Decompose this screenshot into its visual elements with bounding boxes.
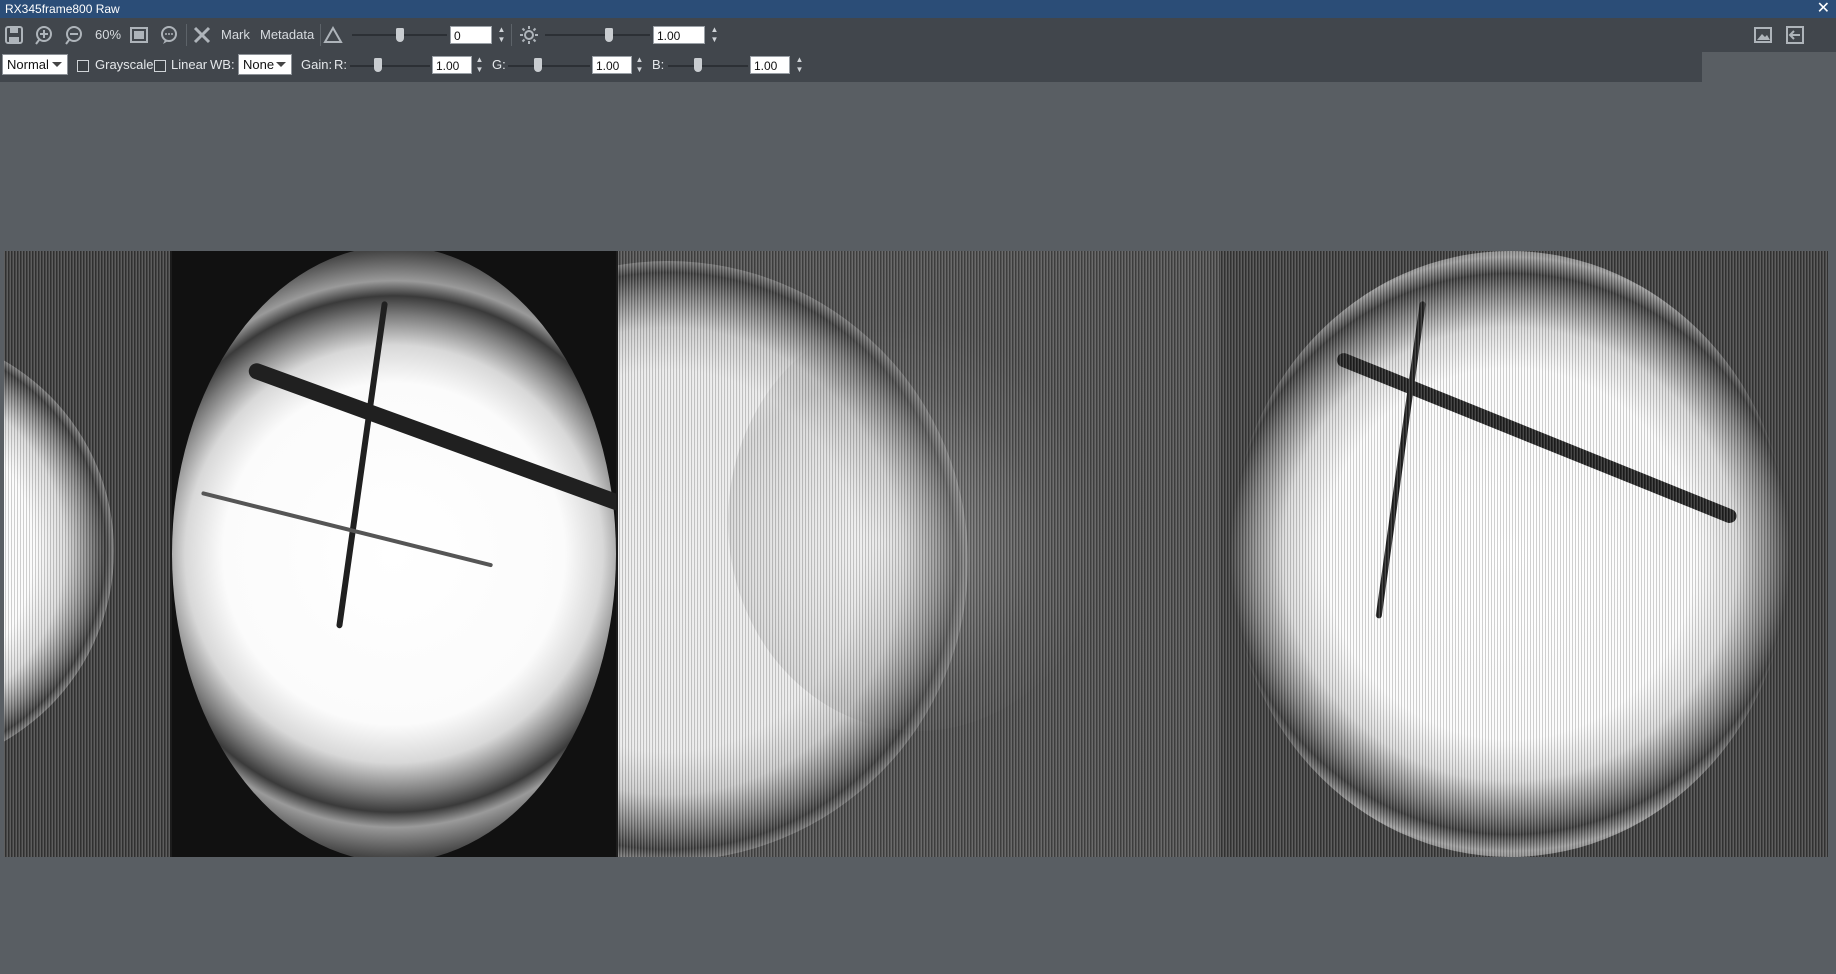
gain-b-label: B: xyxy=(652,57,665,72)
gain-g-spinner[interactable]: ▲ ▼ xyxy=(635,55,644,75)
window-title: RX345frame800 Raw xyxy=(5,2,120,16)
gain-r-slider[interactable] xyxy=(350,65,430,67)
linear-checkbox[interactable] xyxy=(154,60,166,72)
gain-b-slider-thumb[interactable] xyxy=(694,58,702,72)
mark-button[interactable]: Mark xyxy=(221,24,250,46)
fisheye-segment xyxy=(172,251,616,857)
white-balance-value: None xyxy=(243,57,275,72)
toolbar-separator xyxy=(186,24,187,46)
brightness-slider[interactable] xyxy=(545,34,650,36)
gain-g-value-field[interactable]: 1.00 xyxy=(592,56,632,74)
gain-b-spinner[interactable]: ▲ ▼ xyxy=(795,55,804,75)
brightness-spinner[interactable]: ▲ ▼ xyxy=(710,25,719,45)
close-icon[interactable]: ✕ xyxy=(1817,0,1830,18)
fit-to-window-icon[interactable] xyxy=(128,24,150,46)
main-toolbar: 60% Mark Metadata 0 ▲ ▼ 1.00 ▲ ▼ xyxy=(0,18,1836,52)
toolbar-separator xyxy=(320,24,321,46)
gain-r-spinner[interactable]: ▲ ▼ xyxy=(475,55,484,75)
brightness-slider-thumb[interactable] xyxy=(605,28,613,42)
image-segment-3 xyxy=(618,251,1220,857)
title-bar: RX345frame800 Raw ✕ xyxy=(0,0,1836,18)
linear-label: Linear xyxy=(171,57,208,72)
metadata-button[interactable]: Metadata xyxy=(260,24,314,46)
color-controls-bar: Normal Grayscale Linear WB: None Gain: R… xyxy=(0,52,1702,82)
gain-g-label: G: xyxy=(492,57,506,72)
chevron-down-icon xyxy=(52,62,62,67)
noise-overlay xyxy=(618,251,1220,857)
gain-label: Gain: xyxy=(301,57,333,72)
noise-overlay xyxy=(1220,251,1828,857)
gain-g-slider-thumb[interactable] xyxy=(534,58,542,72)
toolbar-separator xyxy=(511,24,512,46)
exit-icon[interactable] xyxy=(1784,24,1806,46)
gain-g-slider[interactable] xyxy=(508,65,590,67)
raw-image-viewport[interactable] xyxy=(4,251,1828,857)
contrast-icon xyxy=(322,24,344,46)
white-balance-select[interactable]: None xyxy=(238,54,292,75)
gain-b-slider[interactable] xyxy=(668,65,748,67)
image-segment-4 xyxy=(1220,251,1828,857)
brightness-icon xyxy=(518,24,540,46)
noise-overlay xyxy=(4,251,170,857)
display-mode-value: Normal xyxy=(7,57,49,72)
contrast-spinner[interactable]: ▲ ▼ xyxy=(497,25,506,45)
image-icon[interactable] xyxy=(1752,24,1774,46)
contrast-value-field[interactable]: 0 xyxy=(450,26,492,44)
display-mode-select[interactable]: Normal xyxy=(2,54,68,75)
chevron-down-icon xyxy=(276,62,286,67)
gain-r-label: R: xyxy=(334,57,347,72)
grayscale-checkbox[interactable] xyxy=(77,60,89,72)
wb-label: WB: xyxy=(210,57,235,72)
tools-icon[interactable] xyxy=(191,24,213,46)
zoom-in-icon[interactable] xyxy=(33,24,55,46)
grayscale-label: Grayscale xyxy=(95,57,154,72)
gain-r-value-field[interactable]: 1.00 xyxy=(432,56,472,74)
save-icon[interactable] xyxy=(3,24,25,46)
contrast-slider-thumb[interactable] xyxy=(396,28,404,42)
brightness-value-field[interactable]: 1.00 xyxy=(653,26,705,44)
image-segment-1 xyxy=(4,251,170,857)
image-segment-2 xyxy=(172,251,616,857)
gain-b-value-field[interactable]: 1.00 xyxy=(750,56,790,74)
zoom-level: 60% xyxy=(95,27,122,42)
gain-r-slider-thumb[interactable] xyxy=(374,58,382,72)
comment-icon[interactable] xyxy=(158,24,180,46)
zoom-out-icon[interactable] xyxy=(63,24,85,46)
